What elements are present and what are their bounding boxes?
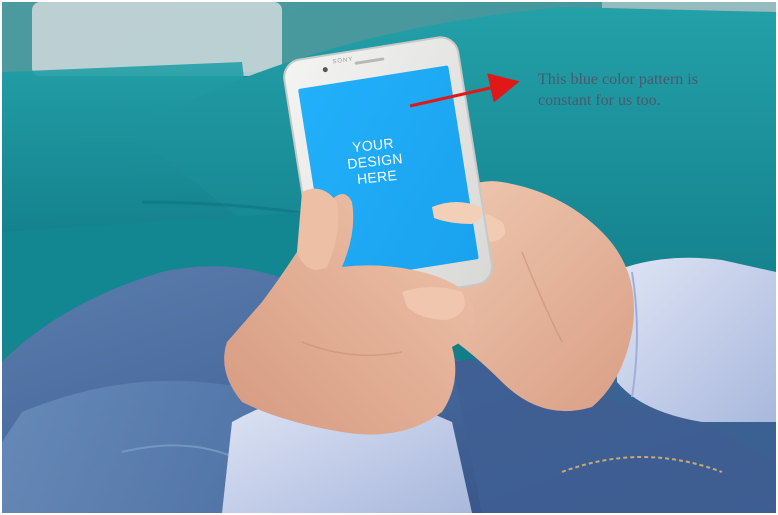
annotation-line: constant for us too. (538, 92, 661, 109)
annotation-line: This blue color pattern is (538, 71, 698, 88)
photo-frame: SONY YOUR DESIGN HERE This blue color pa… (2, 2, 776, 513)
annotation-note: This blue color pattern is constant for … (538, 69, 768, 111)
